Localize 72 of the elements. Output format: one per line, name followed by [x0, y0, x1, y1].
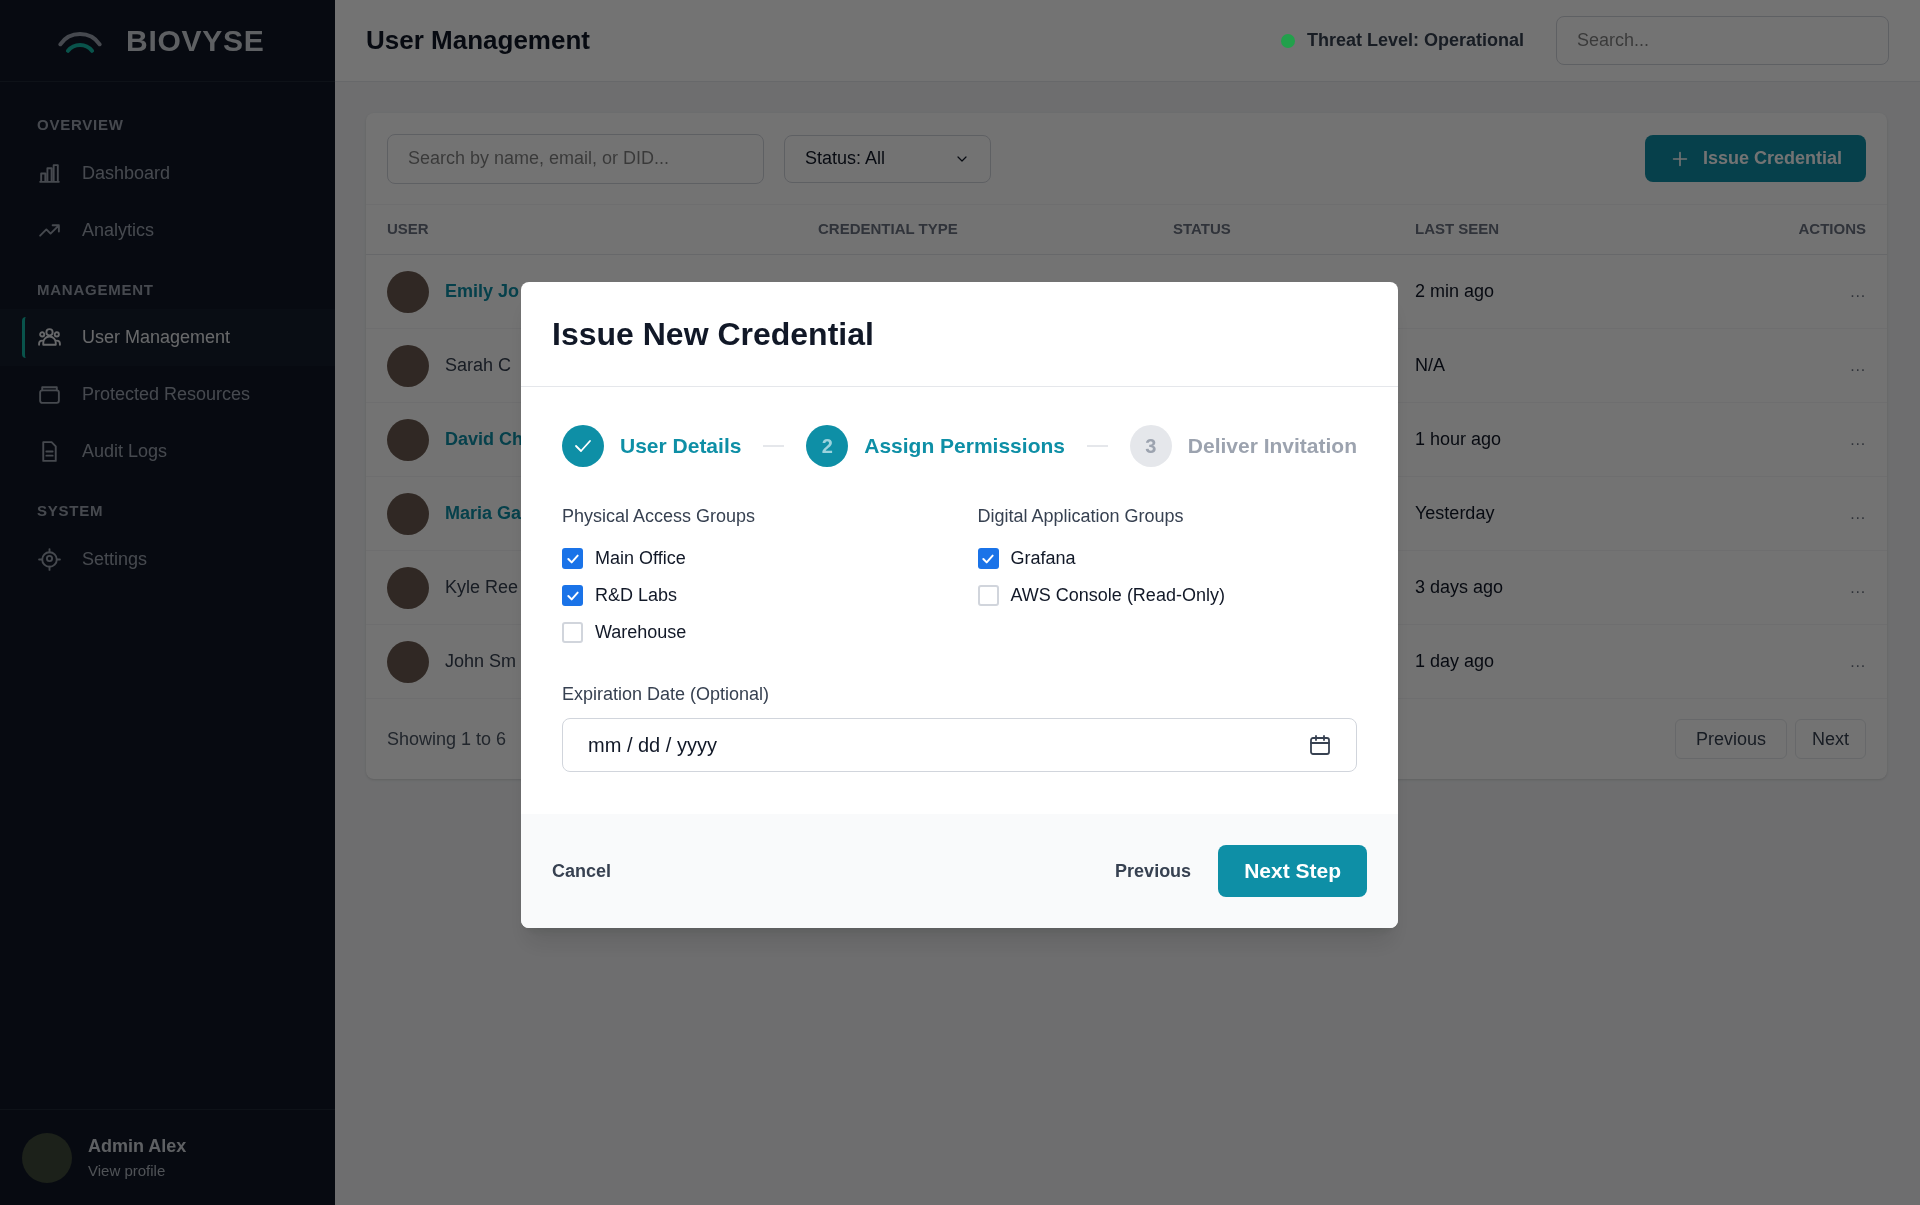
table-cell-text: Yesterday [1415, 502, 1496, 525]
step-label: Assign Permissions [864, 433, 1065, 460]
threat-level-text: Threat Level: Operational [1306, 29, 1524, 52]
checkbox[interactable] [562, 622, 583, 643]
table-cell-text: 1 hour ago [1415, 428, 1503, 451]
profile-name: Admin Alex [88, 1134, 187, 1158]
cancel-button[interactable]: Cancel [552, 857, 1116, 885]
checkbox[interactable] [977, 585, 999, 606]
column-header: STATUS [1173, 219, 1232, 240]
group-label: Physical Access Groups [562, 505, 757, 528]
avatar [387, 270, 429, 313]
user-name[interactable]: Kyle Ree [445, 574, 519, 601]
table-cell-text: N/A [1415, 354, 1446, 377]
step-label: Deliver Invitation [1187, 433, 1357, 460]
checkbox-label: R&D Labs [595, 584, 678, 607]
search-field[interactable]: Search... [1556, 16, 1889, 65]
previous-button[interactable]: Previous [1674, 719, 1787, 759]
checkbox-label: Grafana [1010, 547, 1076, 570]
more-actions-button[interactable]: ... [1850, 501, 1866, 526]
checkbox[interactable] [562, 585, 583, 606]
more-actions-button[interactable]: ... [1850, 279, 1866, 304]
date-field[interactable]: mm / dd / yyyy [562, 718, 1357, 772]
column-header: LAST SEEN [1415, 219, 1501, 240]
section-label: MANAGEMENT [36, 279, 155, 300]
column-header: CREDENTIAL TYPE [818, 219, 959, 240]
step-label: User Details [620, 433, 742, 460]
sidebar-item[interactable]: Audit Logs [0, 423, 335, 480]
calendar-icon [1308, 733, 1332, 757]
more-actions-button[interactable]: ... [1850, 353, 1866, 378]
table-cell-text: 2 min ago [1415, 280, 1496, 303]
table-cell-text: 1 day ago [1415, 650, 1496, 673]
group-label: Digital Application Groups [977, 505, 1185, 528]
avatar [387, 566, 429, 609]
user-name[interactable]: Emily Jo [445, 278, 520, 305]
avatar [387, 640, 429, 683]
sidebar-item[interactable]: Dashboard [0, 144, 335, 202]
table-cell-text: 3 days ago [1415, 576, 1505, 599]
avatar [387, 418, 429, 461]
user-name[interactable]: Maria Ga [445, 500, 522, 527]
search-field[interactable]: Search by name, email, or DID... [387, 133, 764, 184]
checkbox-label: Main Office [595, 547, 686, 570]
pagination-summary: Showing 1 to 6 [387, 727, 507, 751]
more-actions-button[interactable]: ... [1850, 427, 1866, 452]
section-label: SYSTEM [36, 501, 105, 521]
checkbox[interactable] [977, 548, 999, 569]
settings-icon [37, 546, 62, 572]
status-dropdown[interactable]: Status: All [784, 134, 991, 183]
user-name[interactable]: Sarah C [445, 352, 512, 379]
page-title: User Management [366, 24, 591, 57]
dialog-title: Issue New Credential [552, 315, 874, 354]
avatar [387, 344, 429, 387]
sidebar-item[interactable]: Settings [0, 530, 335, 588]
sidebar-item[interactable]: Protected Resources [0, 366, 335, 423]
previous-button[interactable]: Previous [1115, 857, 1192, 885]
column-header: ACTIONS [1797, 219, 1866, 240]
more-actions-button[interactable]: ... [1850, 649, 1866, 674]
next-step-button[interactable]: Next Step [1218, 845, 1367, 897]
avatar [387, 492, 429, 535]
active-indicator [22, 317, 26, 358]
user-name[interactable]: John Sm [445, 648, 517, 675]
checkbox-label: Warehouse [595, 621, 687, 644]
brand-name: BIOVYSE [126, 23, 265, 59]
field-label: Expiration Date (Optional) [562, 683, 771, 706]
section-label: OVERVIEW [36, 115, 125, 135]
more-actions-button[interactable]: ... [1850, 575, 1866, 600]
view-profile-link[interactable]: View profile [88, 1159, 187, 1183]
next-button[interactable]: Next [1795, 719, 1866, 759]
issue-credential-button[interactable]: Issue Credential [1644, 135, 1866, 182]
checkbox[interactable] [562, 548, 583, 569]
checkbox-label: AWS Console (Read-Only) [1010, 584, 1225, 607]
sidebar-item[interactable]: Analytics [0, 201, 335, 259]
column-header: USER [387, 219, 430, 240]
